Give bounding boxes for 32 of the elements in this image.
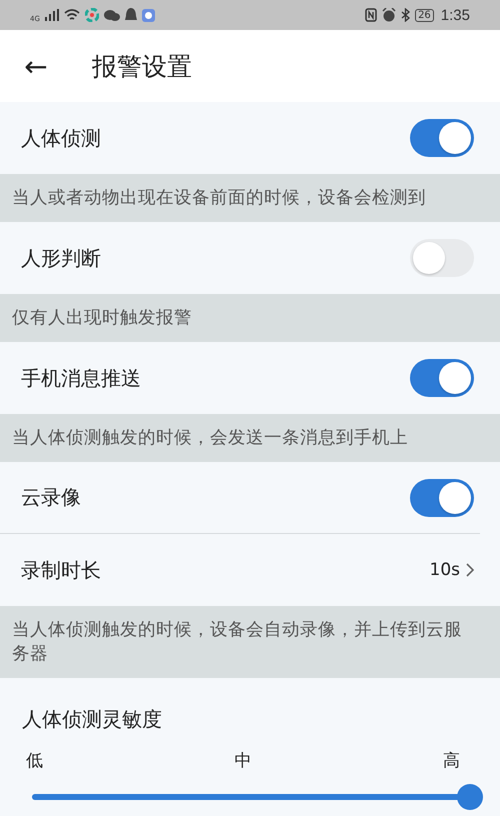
setting-label: 人体侦测 (21, 124, 101, 152)
back-button[interactable]: ← (20, 50, 52, 82)
chat-icon (104, 8, 120, 22)
scale-label: 低 (26, 750, 43, 772)
scale-label: 高 (443, 750, 460, 772)
chevron-icon (466, 563, 474, 577)
hint-text: 仅有人出现时触发报警 (0, 294, 500, 342)
battery-icon: 26 (415, 8, 434, 22)
setting-label: 人形判断 (21, 244, 101, 272)
toggle-switch[interactable] (410, 239, 474, 277)
wifi-icon (64, 9, 80, 21)
page-title: 报警设置 (92, 50, 192, 82)
setting-label: 录制时长 (21, 556, 101, 584)
slider-thumb[interactable] (457, 784, 483, 810)
toggle-switch[interactable] (410, 119, 474, 157)
alarm-icon (382, 8, 396, 22)
setting-value: 10s (430, 560, 460, 580)
nfc-icon (365, 8, 378, 22)
section-title: 人体侦测灵敏度 (22, 706, 163, 733)
hint-text: 当人体侦测触发的时候，会发送一条消息到手机上 (0, 414, 500, 462)
clock-time: 1:35 (440, 6, 470, 24)
scale-label: 中 (234, 750, 252, 772)
app-icon (84, 8, 99, 22)
hint-text: 当人或者动物出现在设备前面的时候，设备会检测到 (0, 174, 500, 222)
hint-text: 当人体侦测触发的时候，设备会自动录像，并上传到云服务器 (0, 606, 500, 678)
signal-icon (44, 9, 59, 21)
music-icon (142, 8, 155, 22)
toggle-switch[interactable] (410, 359, 474, 397)
toggle-switch[interactable] (410, 478, 474, 516)
setting-label: 手机消息推送 (21, 364, 141, 392)
setting-label: 云录像 (21, 484, 81, 511)
bluetooth-icon (401, 8, 410, 22)
